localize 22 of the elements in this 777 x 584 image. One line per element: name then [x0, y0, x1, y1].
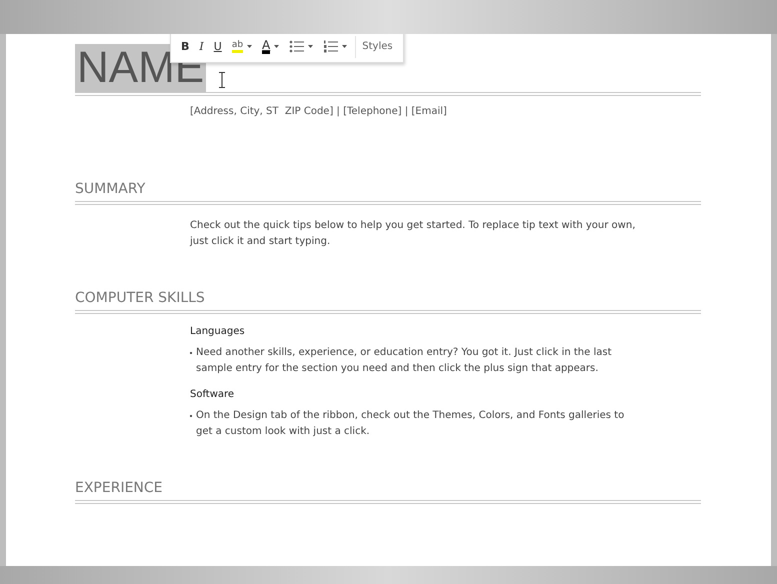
bullet-list-icon	[289, 40, 304, 53]
numbered-list-icon	[323, 40, 338, 53]
bold-button[interactable]: B	[177, 36, 194, 58]
section-heading: COMPUTER SKILLS	[75, 290, 206, 306]
bullet-paragraph: Need another skills, experience, or education entry? You got it. Just click in the last sample entry for the section you need and then click the plus sign that appears.	[196, 346, 612, 376]
styles-button[interactable]: Styles	[355, 36, 397, 58]
font-color-button[interactable]: A	[258, 36, 284, 58]
caret-icon	[247, 44, 252, 48]
section-heading: EXPERIENCE	[75, 480, 164, 496]
caret-icon	[274, 44, 280, 48]
section-heading: SUMMARY	[75, 181, 146, 197]
underline-button[interactable]: U	[210, 36, 226, 58]
caret-icon	[342, 44, 348, 48]
text-cursor-icon	[218, 72, 226, 88]
bullet-paragraph: On the Design tab of the ribbon, check out the Themes, Colors, and Fonts galleries to get a custom look with just a click.	[196, 409, 626, 439]
highlight-button[interactable]: ab	[228, 36, 256, 58]
subheading: Languages	[190, 326, 246, 337]
caret-icon	[308, 44, 314, 48]
italic-button[interactable]: I	[195, 36, 208, 58]
body-paragraph: Check out the quick tips below to help you get started. To replace tip text with your own, just click it and start typing.	[190, 219, 636, 249]
contact-line: [Address, City, ST ZIP Code] | [Telephone] | [Email]	[190, 106, 448, 117]
subheading: Software	[190, 389, 236, 400]
